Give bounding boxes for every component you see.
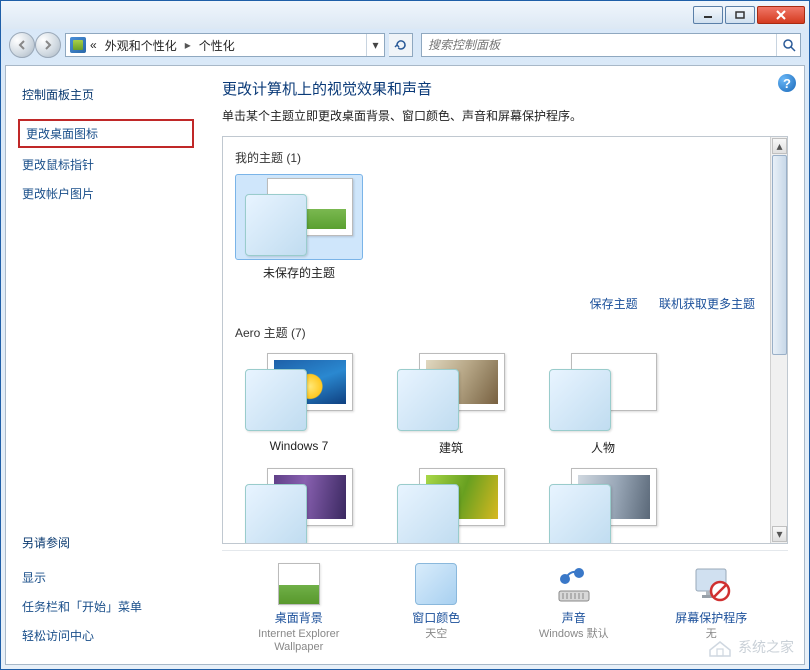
option-label: 窗口颜色	[371, 609, 501, 626]
scroll-up-icon[interactable]: ▴	[772, 138, 787, 154]
search-input[interactable]	[422, 38, 776, 52]
breadcrumb-2[interactable]: 个性化	[199, 37, 235, 54]
navigation-bar: « 外观和个性化 ▸ 个性化 ▾	[9, 29, 801, 61]
client-area: 控制面板主页 更改桌面图标 更改鼠标指针 更改帐户图片 另请参阅 显示 任务栏和…	[5, 65, 805, 665]
option-sub: Internet Explorer Wallpaper	[234, 628, 364, 654]
scrollbar[interactable]: ▴ ▾	[770, 137, 787, 543]
theme-item-unsaved[interactable]: 未保存的主题	[235, 174, 363, 281]
option-sub: 天空	[371, 628, 501, 641]
theme-item-partial-2[interactable]	[387, 464, 515, 543]
maximize-button[interactable]	[725, 6, 755, 24]
main-content: ? 更改计算机上的视觉效果和声音 单击某个主题立即更改桌面背景、窗口颜色、声音和…	[206, 66, 804, 664]
theme-item-architecture[interactable]: 建筑	[387, 349, 515, 456]
theme-item-characters[interactable]: 人物	[539, 349, 667, 456]
option-label: 桌面背景	[234, 609, 364, 626]
aero-themes-label: Aero 主题 (7)	[235, 324, 763, 341]
search-box[interactable]	[421, 33, 801, 57]
screensaver-icon	[690, 563, 732, 605]
minimize-button[interactable]	[693, 6, 723, 24]
sidebar-link-taskbar[interactable]: 任务栏和「开始」菜单	[18, 592, 194, 621]
option-label: 声音	[509, 609, 639, 626]
titlebar	[1, 1, 809, 29]
sidebar-link-ease-of-access[interactable]: 轻松访问中心	[18, 621, 194, 650]
scroll-down-icon[interactable]: ▾	[772, 526, 787, 542]
control-panel-icon	[70, 37, 86, 53]
breadcrumb-1[interactable]: 外观和个性化	[105, 37, 177, 54]
option-window-color[interactable]: 窗口颜色 天空	[371, 563, 501, 654]
themes-panel: 我的主题 (1) 未保存的主题 保存主题 联机获取更多主题	[222, 136, 788, 544]
window-color-icon	[415, 563, 457, 605]
theme-caption: 建筑	[387, 439, 515, 456]
control-panel-home-link[interactable]: 控制面板主页	[18, 80, 194, 109]
sidebar-link-account-picture[interactable]: 更改帐户图片	[18, 179, 194, 208]
breadcrumb-back: «	[90, 38, 97, 52]
theme-item-partial-3[interactable]	[539, 464, 667, 543]
back-button[interactable]	[9, 32, 35, 58]
see-also-heading: 另请参阅	[18, 528, 194, 557]
address-bar[interactable]: « 外观和个性化 ▸ 个性化 ▾	[65, 33, 385, 57]
get-more-themes-link[interactable]: 联机获取更多主题	[659, 297, 755, 311]
sidebar-link-mouse-pointer[interactable]: 更改鼠标指针	[18, 150, 194, 179]
bottom-options-row: 桌面背景 Internet Explorer Wallpaper 窗口颜色 天空…	[222, 550, 788, 658]
scroll-thumb[interactable]	[772, 155, 787, 355]
option-screensaver[interactable]: 屏幕保护程序 无	[646, 563, 776, 654]
desktop-background-icon	[278, 563, 320, 605]
breadcrumb-sep-icon: ▸	[185, 38, 191, 52]
my-themes-label: 我的主题 (1)	[235, 149, 763, 166]
sidebar-link-desktop-icons[interactable]: 更改桌面图标	[18, 119, 194, 148]
refresh-button[interactable]	[389, 33, 413, 57]
option-label: 屏幕保护程序	[646, 609, 776, 626]
page-subtitle: 单击某个主题立即更改桌面背景、窗口颜色、声音和屏幕保护程序。	[222, 107, 788, 124]
forward-button[interactable]	[35, 32, 61, 58]
sounds-icon	[553, 563, 595, 605]
sidebar: 控制面板主页 更改桌面图标 更改鼠标指针 更改帐户图片 另请参阅 显示 任务栏和…	[6, 66, 206, 664]
search-button-icon[interactable]	[776, 34, 800, 56]
save-theme-link[interactable]: 保存主题	[590, 297, 638, 311]
option-sounds[interactable]: 声音 Windows 默认	[509, 563, 639, 654]
address-dropdown-icon[interactable]: ▾	[366, 34, 384, 56]
theme-item-windows7[interactable]: Windows 7	[235, 349, 363, 456]
page-title: 更改计算机上的视觉效果和声音	[222, 78, 788, 99]
theme-caption: Windows 7	[235, 439, 363, 453]
theme-item-partial-1[interactable]	[235, 464, 363, 543]
sidebar-link-display[interactable]: 显示	[18, 563, 194, 592]
window-frame: « 外观和个性化 ▸ 个性化 ▾ 控制面板主页 更改桌面图标 更改鼠标指针 更改…	[0, 0, 810, 670]
help-icon[interactable]: ?	[778, 74, 796, 92]
theme-caption: 人物	[539, 439, 667, 456]
theme-caption: 未保存的主题	[235, 264, 363, 281]
close-button[interactable]	[757, 6, 805, 24]
option-sub: Windows 默认	[509, 628, 639, 641]
option-desktop-background[interactable]: 桌面背景 Internet Explorer Wallpaper	[234, 563, 364, 654]
option-sub: 无	[646, 628, 776, 641]
